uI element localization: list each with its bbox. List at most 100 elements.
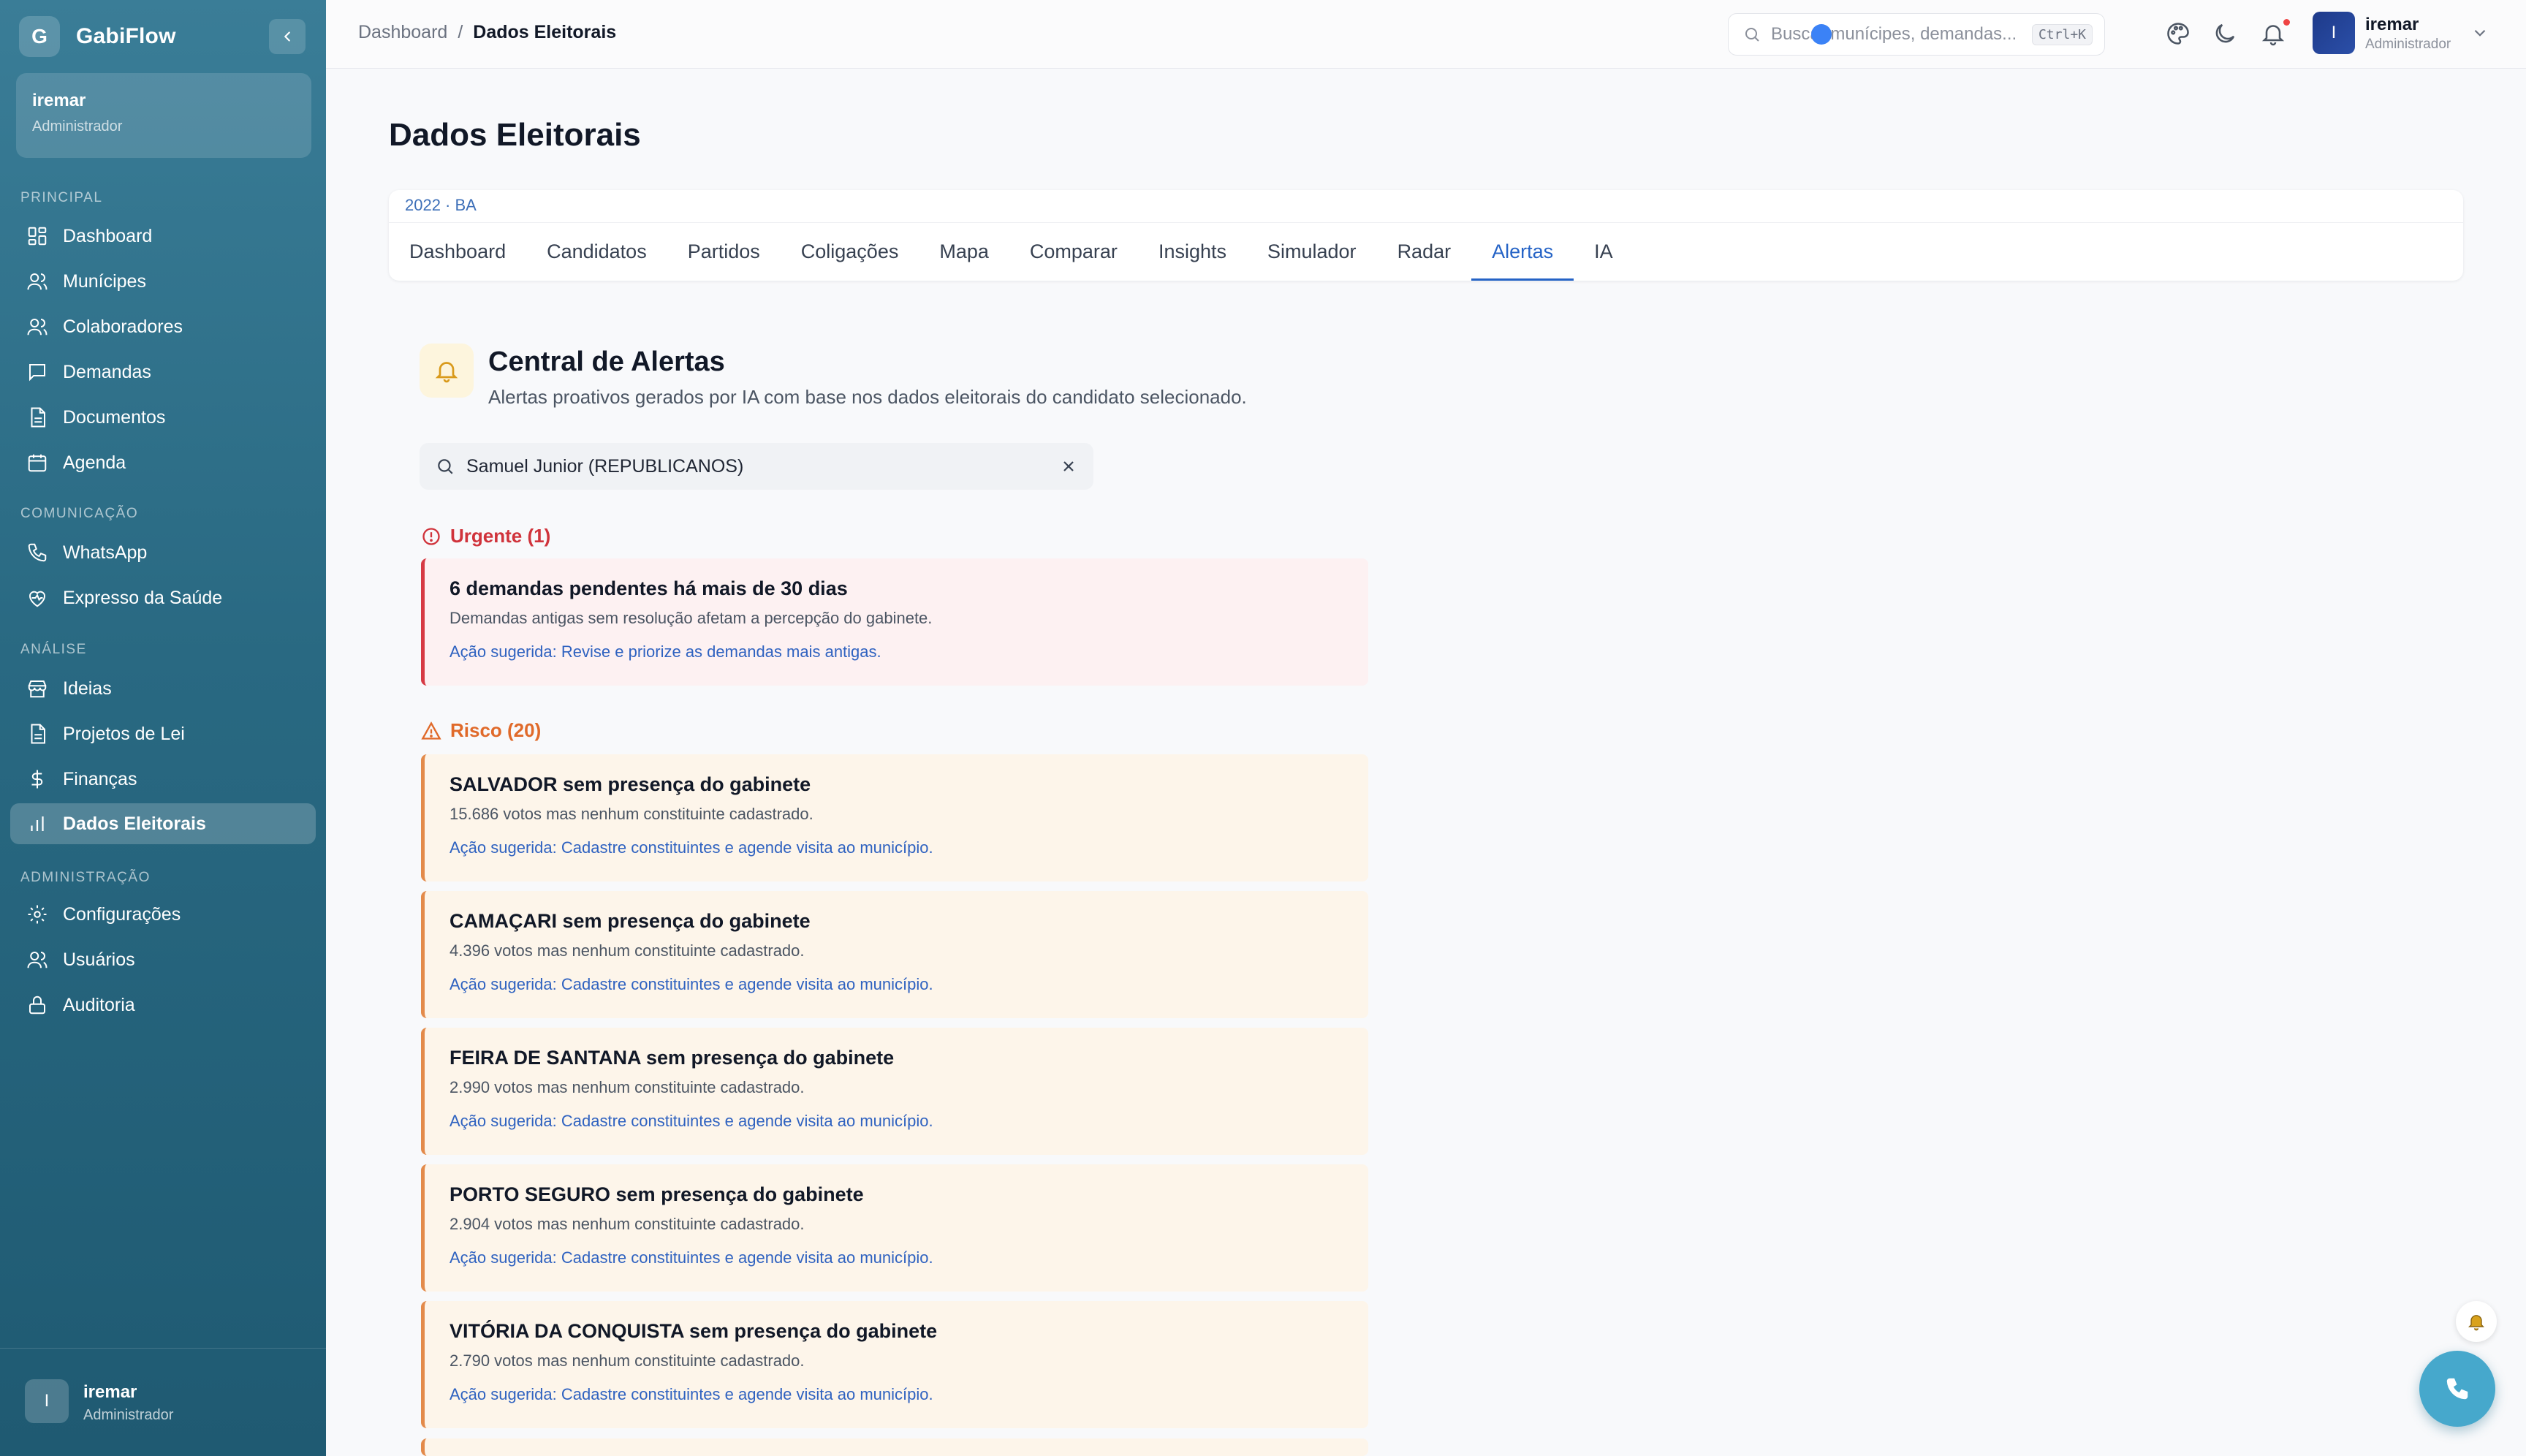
avatar: I	[25, 1379, 69, 1423]
users-icon	[27, 273, 48, 290]
sidebar-item-label: Finanças	[63, 768, 137, 789]
sidebar-item-label: Projetos de Lei	[63, 723, 185, 744]
group-label: Urgente (1)	[450, 525, 551, 547]
section-analise: ANÁLISE	[20, 642, 87, 657]
tab-alertas[interactable]: Alertas	[1471, 222, 1574, 281]
sidebar-item-label: Expresso da Saúde	[63, 587, 223, 608]
close-icon	[1063, 461, 1074, 471]
breadcrumb-current: Dados Eleitorais	[473, 22, 617, 42]
election-context: 2022 · BA	[405, 196, 477, 214]
alert-title: PORTO SEGURO sem presença do gabinete	[450, 1183, 864, 1205]
tab-ia[interactable]: IA	[1574, 222, 1634, 281]
clear-candidate-button[interactable]	[1054, 452, 1083, 481]
sidebar-item-financas[interactable]: Finanças	[10, 759, 316, 800]
topbar-user-role: Administrador	[2365, 37, 2451, 52]
calendar-icon	[28, 454, 47, 472]
sidebar-item-ideias[interactable]: Ideias	[10, 668, 316, 709]
alert-card[interactable]: SALVADOR sem presença do gabinete 15.686…	[421, 754, 1368, 881]
floating-call-button[interactable]	[2419, 1351, 2495, 1427]
group-header-risk: Risco (20)	[421, 719, 541, 742]
theme-color-button[interactable]	[1811, 24, 1832, 45]
alert-action[interactable]: Ação sugerida: Revise e priorize as dema…	[450, 642, 1368, 661]
sidebar-item-label: Demandas	[63, 361, 151, 382]
sidebar-item-label: Documentos	[63, 406, 166, 428]
alert-title: VITÓRIA DA CONQUISTA sem presença do gab…	[450, 1320, 938, 1342]
sidebar-footer-user[interactable]: I iremar Administrador	[0, 1348, 326, 1456]
alert-card[interactable]: VITÓRIA DA CONQUISTA sem presença do gab…	[421, 1301, 1368, 1428]
chevron-down-icon[interactable]	[2470, 23, 2489, 42]
brand-name: GabiFlow	[76, 24, 176, 48]
sidebar-user-card[interactable]: iremar Administrador	[16, 73, 311, 158]
sidebar-item-projetos-lei[interactable]: Projetos de Lei	[10, 713, 316, 754]
global-search-input[interactable]: Buscar munícipes, demandas... Ctrl+K	[1728, 13, 2105, 56]
alert-card-partial[interactable]	[421, 1438, 1368, 1456]
alert-card[interactable]: 6 demandas pendentes há mais de 30 dias …	[421, 558, 1368, 686]
sidebar-item-demandas[interactable]: Demandas	[10, 352, 316, 393]
group-header-urgent: Urgente (1)	[421, 525, 550, 547]
tabs-card: 2022 · BA Dashboard Candidatos Partidos …	[389, 190, 2463, 281]
sidebar-item-label: Agenda	[63, 452, 126, 473]
palette-icon[interactable]	[2165, 20, 2191, 47]
alert-description: 4.396 votos mas nenhum constituinte cada…	[450, 941, 805, 960]
alert-action[interactable]: Ação sugerida: Cadastre constituintes e …	[450, 838, 1368, 857]
sidebar-item-agenda[interactable]: Agenda	[10, 442, 316, 483]
section-comunicacao: COMUNICAÇÃO	[20, 506, 139, 521]
sidebar-item-documentos[interactable]: Documentos	[10, 397, 316, 438]
alert-title: CAMAÇARI sem presença do gabinete	[450, 910, 811, 932]
topbar: Dashboard / Dados Eleitorais Buscar muní…	[326, 0, 2526, 69]
tab-insights[interactable]: Insights	[1138, 222, 1247, 281]
phone-icon	[28, 543, 47, 562]
sidebar-item-expresso-saude[interactable]: Expresso da Saúde	[10, 577, 316, 618]
sidebar-item-dashboard[interactable]: Dashboard	[10, 216, 316, 257]
footer-user-name: iremar	[83, 1382, 137, 1402]
tab-coligacoes[interactable]: Coligações	[781, 222, 919, 281]
footer-user-role: Administrador	[83, 1407, 174, 1423]
sidebar-item-configuracoes[interactable]: Configurações	[10, 894, 316, 935]
sidebar-item-auditoria[interactable]: Auditoria	[10, 985, 316, 1025]
alert-card[interactable]: CAMAÇARI sem presença do gabinete 4.396 …	[421, 891, 1368, 1018]
bar-chart-icon	[31, 816, 44, 831]
tab-comparar[interactable]: Comparar	[1009, 222, 1138, 281]
dollar-icon	[31, 770, 43, 789]
brand[interactable]: G GabiFlow	[19, 16, 176, 57]
message-square-icon	[29, 364, 45, 382]
heart-pulse-icon	[29, 591, 45, 607]
topbar-user-name: iremar	[2365, 15, 2419, 34]
alert-title: FEIRA DE SANTANA sem presença do gabinet…	[450, 1047, 895, 1069]
breadcrumb-root[interactable]: Dashboard	[358, 22, 447, 43]
collapse-sidebar-button[interactable]	[269, 19, 306, 54]
warning-triangle-icon	[421, 721, 441, 740]
alert-description: 15.686 votos mas nenhum constituinte cad…	[450, 805, 813, 823]
sidebar-item-label: WhatsApp	[63, 542, 148, 563]
sidebar-item-whatsapp[interactable]: WhatsApp	[10, 532, 316, 573]
moon-icon[interactable]	[2212, 20, 2238, 47]
alert-description: Demandas antigas sem resolução afetam a …	[450, 609, 933, 627]
notification-dot	[2283, 19, 2290, 26]
alert-action[interactable]: Ação sugerida: Cadastre constituintes e …	[450, 1248, 1368, 1267]
group-label: Risco (20)	[450, 719, 542, 741]
sidebar-item-municipes[interactable]: Munícipes	[10, 261, 316, 302]
bell-icon[interactable]	[2260, 20, 2286, 47]
alert-action[interactable]: Ação sugerida: Cadastre constituintes e …	[450, 975, 1368, 994]
alert-description: 2.790 votos mas nenhum constituinte cada…	[450, 1351, 805, 1370]
search-icon	[1745, 28, 1759, 42]
candidate-search-input[interactable]: Samuel Junior (REPUBLICANOS)	[420, 443, 1093, 490]
sidebar-item-colaboradores[interactable]: Colaboradores	[10, 306, 316, 347]
sidebar-item-usuarios[interactable]: Usuários	[10, 939, 316, 980]
alert-action[interactable]: Ação sugerida: Cadastre constituintes e …	[450, 1112, 1368, 1131]
alert-title: 6 demandas pendentes há mais de 30 dias	[450, 577, 848, 599]
tab-radar[interactable]: Radar	[1377, 222, 1472, 281]
avatar[interactable]: I	[2313, 12, 2355, 54]
floating-notification-button[interactable]	[2456, 1301, 2497, 1342]
tab-simulador[interactable]: Simulador	[1247, 222, 1377, 281]
page-title: Dados Eleitorais	[389, 117, 641, 153]
tab-dashboard[interactable]: Dashboard	[389, 222, 526, 281]
alert-card[interactable]: FEIRA DE SANTANA sem presença do gabinet…	[421, 1028, 1368, 1155]
candidate-search-value: Samuel Junior (REPUBLICANOS)	[466, 455, 744, 477]
alert-card[interactable]: PORTO SEGURO sem presença do gabinete 2.…	[421, 1164, 1368, 1292]
tab-candidatos[interactable]: Candidatos	[526, 222, 667, 281]
tab-partidos[interactable]: Partidos	[667, 222, 781, 281]
tab-mapa[interactable]: Mapa	[919, 222, 1009, 281]
sidebar-item-dados-eleitorais[interactable]: Dados Eleitorais	[10, 803, 316, 844]
alert-action[interactable]: Ação sugerida: Cadastre constituintes e …	[450, 1385, 1368, 1404]
